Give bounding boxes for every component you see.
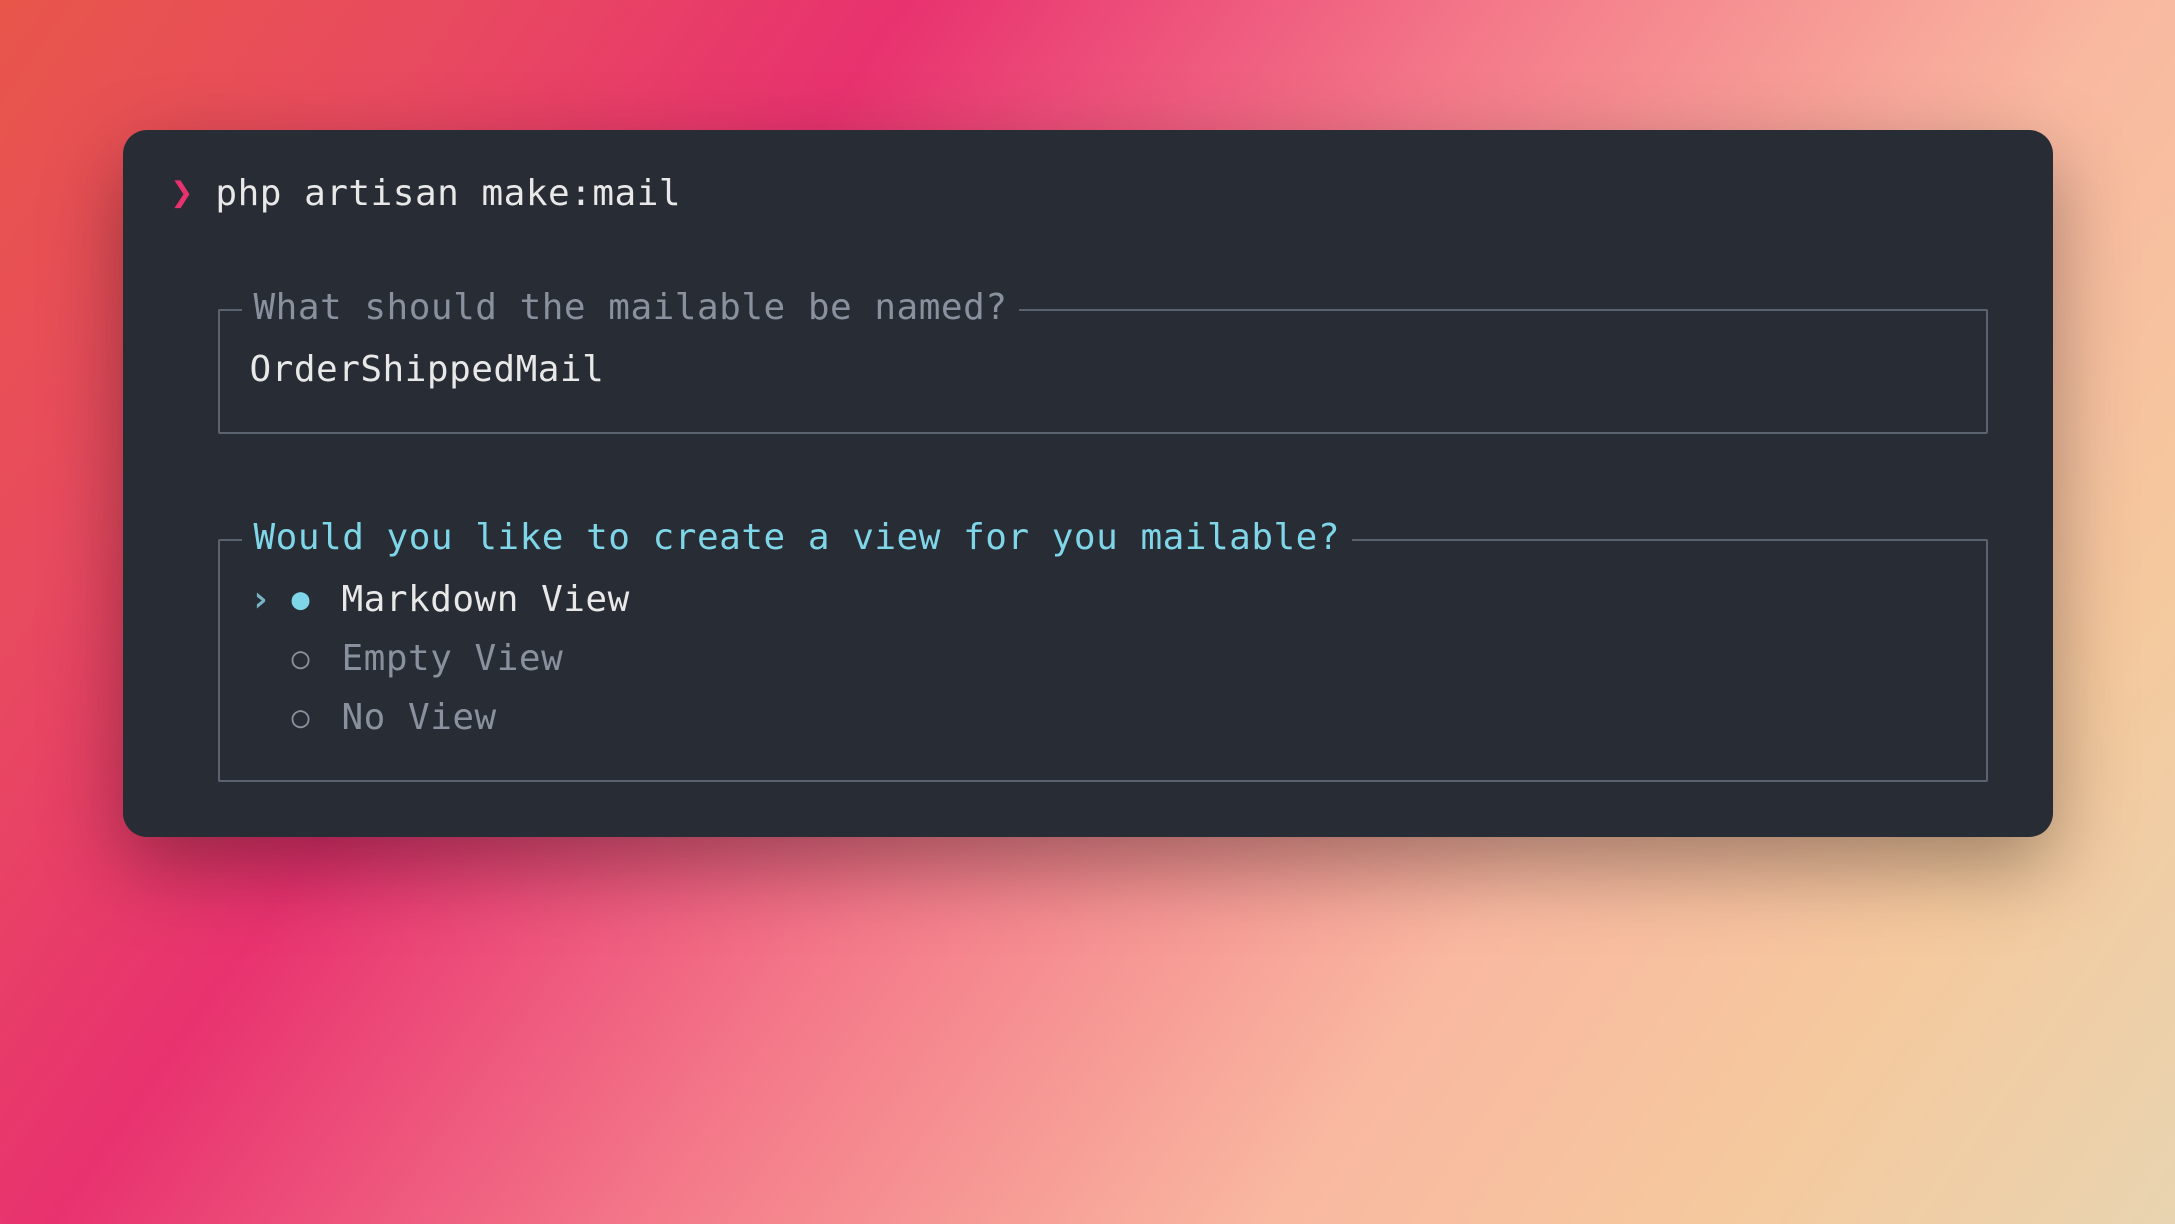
command-text: php artisan make:mail: [215, 173, 681, 214]
option-markdown-view[interactable]: › ● Markdown View: [250, 579, 1956, 620]
view-prompt-fieldset: Would you like to create a view for you …: [218, 539, 1988, 782]
radio-unselected-icon: ○: [292, 700, 320, 735]
mailable-name-input[interactable]: OrderShippedMail: [250, 349, 1956, 390]
selection-chevron-icon: ›: [250, 579, 270, 620]
name-prompt-fieldset: What should the mailable be named? Order…: [218, 309, 1988, 434]
option-label: Markdown View: [342, 579, 630, 620]
radio-unselected-icon: ○: [292, 641, 320, 676]
terminal-window: ❯ php artisan make:mail What should the …: [123, 130, 2053, 837]
view-prompt-question: Would you like to create a view for you …: [242, 517, 1353, 558]
name-prompt-question: What should the mailable be named?: [242, 287, 1020, 328]
option-label: No View: [342, 697, 497, 738]
option-no-view[interactable]: › ○ No View: [250, 697, 1956, 738]
option-label: Empty View: [342, 638, 564, 679]
command-line: ❯ php artisan make:mail: [163, 170, 2013, 214]
option-empty-view[interactable]: › ○ Empty View: [250, 638, 1956, 679]
radio-selected-icon: ●: [292, 582, 320, 617]
options-list: › ● Markdown View › ○ Empty View › ○ No …: [250, 579, 1956, 738]
prompt-chevron-icon: ❯: [171, 170, 194, 214]
